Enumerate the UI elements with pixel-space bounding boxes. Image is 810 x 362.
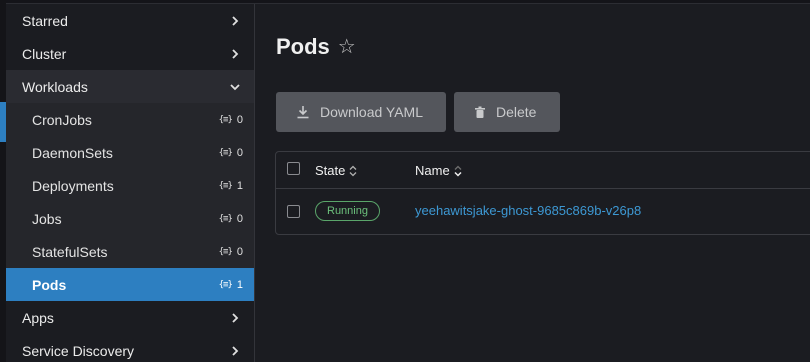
download-icon (297, 106, 309, 119)
table-header: State Name (276, 152, 810, 189)
table-row: Running yeehawitsjake-ghost-9685c869b-v2… (276, 189, 810, 234)
row-checkbox[interactable] (287, 205, 300, 218)
column-header-name[interactable]: Name (415, 163, 463, 178)
select-all-checkbox[interactable] (287, 162, 300, 175)
sidebar-item-label: CronJobs (32, 111, 92, 128)
chevron-right-icon (232, 15, 239, 26)
sidebar-item-label: Jobs (32, 210, 62, 227)
sidebar-group-label: Service Discovery (22, 342, 135, 359)
status-badge: Running (315, 201, 380, 221)
resource-count: {≡} 0 (218, 212, 243, 225)
sidebar-item-cronjobs[interactable]: CronJobs {≡} 0 (6, 103, 254, 136)
sidebar-item-label: DaemonSets (32, 144, 113, 161)
pods-table: State Name Running yeehawitsjake-ghost-9… (275, 151, 810, 235)
column-header-state[interactable]: State (315, 163, 358, 178)
namespace-icon: {≡} (218, 213, 233, 224)
sidebar-item-label: Deployments (32, 177, 114, 194)
sidebar-group-label: Cluster (22, 45, 67, 62)
resource-count: {≡} 0 (218, 113, 243, 126)
sidebar-item-jobs[interactable]: Jobs {≡} 0 (6, 202, 254, 235)
sidebar-group-apps[interactable]: Apps (6, 301, 254, 334)
title-row: Pods ☆ (276, 34, 356, 60)
chevron-down-icon (230, 83, 240, 90)
sidebar-item-daemonsets[interactable]: DaemonSets {≡} 0 (6, 136, 254, 169)
namespace-icon: {≡} (218, 147, 233, 158)
namespace-icon: {≡} (218, 246, 233, 257)
resource-count: {≡} 0 (218, 146, 243, 159)
resource-count: {≡} 1 (218, 179, 243, 192)
sidebar: Starred Cluster Workloads CronJobs {≡} 0 … (6, 4, 255, 362)
namespace-icon: {≡} (218, 114, 233, 125)
sidebar-item-label: Pods (32, 276, 67, 293)
sidebar-group-label: Starred (22, 12, 68, 29)
pod-name-link[interactable]: yeehawitsjake-ghost-9685c869b-v26p8 (415, 203, 641, 218)
sort-icon (454, 165, 462, 177)
resource-count: {≡} 0 (218, 245, 243, 258)
sidebar-item-statefulsets[interactable]: StatefulSets {≡} 0 (6, 235, 254, 268)
download-yaml-button[interactable]: Download YAML (276, 92, 446, 132)
sidebar-group-cluster[interactable]: Cluster (6, 37, 254, 70)
sidebar-group-label: Workloads (22, 78, 88, 95)
sidebar-item-label: StatefulSets (32, 243, 108, 260)
delete-button[interactable]: Delete (454, 92, 560, 132)
sidebar-group-starred[interactable]: Starred (6, 4, 254, 37)
sidebar-group-label: Apps (22, 309, 54, 326)
sidebar-item-deployments[interactable]: Deployments {≡} 1 (6, 169, 254, 202)
page-title: Pods (276, 34, 330, 59)
chevron-right-icon (232, 312, 239, 323)
chevron-right-icon (232, 345, 239, 356)
main-content: Pods ☆ Download YAML Delete State Name R… (256, 4, 810, 362)
trash-icon (475, 106, 485, 118)
namespace-icon: {≡} (218, 279, 233, 290)
resource-count: {≡} 1 (218, 278, 243, 291)
delete-label: Delete (496, 104, 537, 120)
chevron-right-icon (232, 48, 239, 59)
star-icon[interactable]: ☆ (338, 37, 356, 57)
download-yaml-label: Download YAML (320, 104, 423, 120)
sort-icon (349, 165, 357, 176)
namespace-icon: {≡} (218, 180, 233, 191)
sidebar-group-workloads[interactable]: Workloads (6, 70, 254, 103)
sidebar-group-service-discovery[interactable]: Service Discovery (6, 334, 254, 362)
sidebar-item-pods[interactable]: Pods {≡} 1 (6, 268, 254, 301)
